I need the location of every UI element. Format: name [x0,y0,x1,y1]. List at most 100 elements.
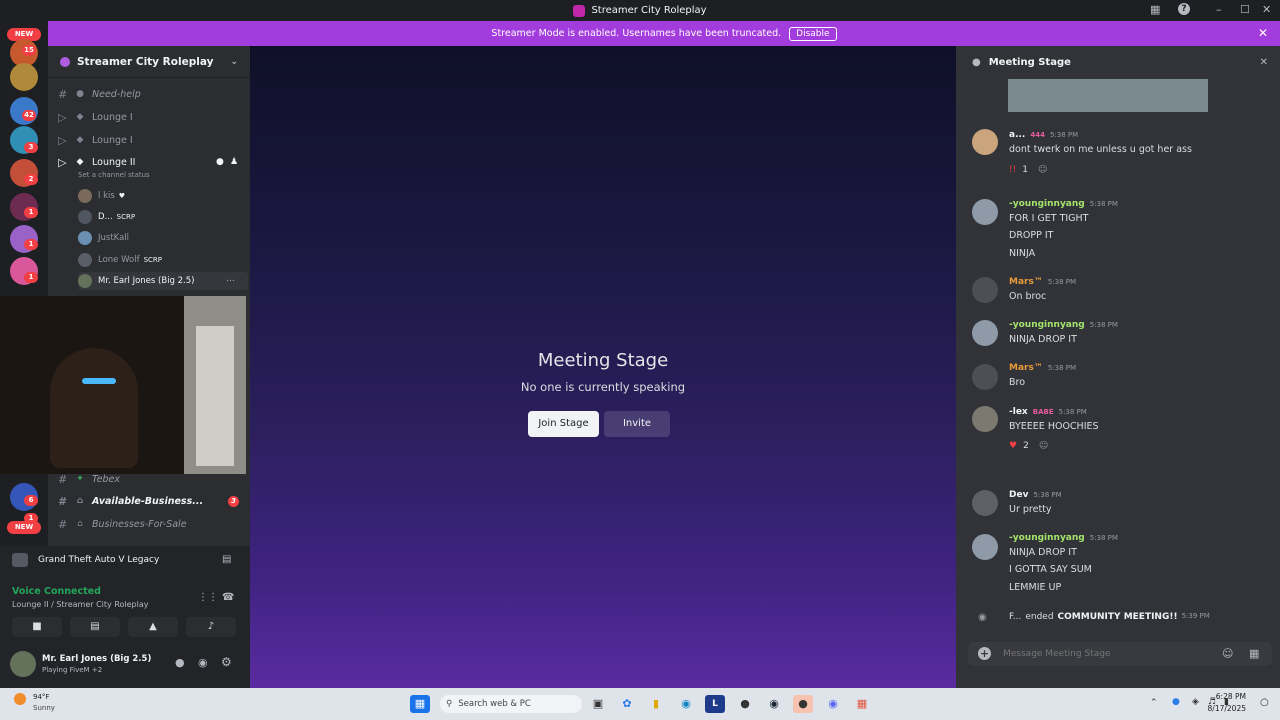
join-stage-button[interactable]: Join Stage [528,411,599,437]
weather-desc: Sunny [33,704,55,712]
message-input[interactable] [1003,645,1213,663]
disable-streamer-mode-button[interactable]: Disable [789,26,837,41]
message-author[interactable]: Mars™ 5:38 PM [1009,363,1076,373]
voice-user-self[interactable]: Mr. Earl Jones (Big 2.5) ⋯ [78,272,248,290]
channel-lounge-2[interactable]: ▷ ◆ Lounge II ● ♟ [58,153,248,171]
weather-temp[interactable]: 94°F [33,693,49,701]
avatar[interactable] [972,534,998,560]
obs-icon[interactable]: ● [793,695,813,713]
avatar[interactable] [972,277,998,303]
voice-user[interactable]: JustKall [78,229,129,247]
channel-available-business[interactable]: # ⌂ Available-Business... 3 [58,492,248,510]
headphones-icon[interactable]: ◉ [198,656,208,669]
inbox-icon[interactable]: ▦ [1150,3,1160,16]
add-attachment-icon[interactable]: + [978,647,991,660]
channel-status[interactable]: Set a channel status [78,171,150,179]
discord-icon[interactable]: ◉ [823,695,843,713]
file-explorer-icon[interactable]: ▮ [646,695,666,713]
server-icon[interactable] [10,63,38,91]
channel-lounge-1b[interactable]: ▷ ◆ Lounge I [58,131,248,149]
hash-icon: # [58,494,66,508]
message-author[interactable]: -younginnyang 5:38 PM [1009,199,1118,209]
heart-icon: ♥ [118,192,126,200]
server-name: Streamer City Roleplay [77,55,214,68]
account-name[interactable]: Mr. Earl Jones (Big 2.5) [42,654,151,664]
microphone-icon[interactable]: ● [1172,697,1180,707]
avatar[interactable] [972,129,998,155]
app-icon[interactable]: ▦ [852,695,872,713]
avatar[interactable] [972,320,998,346]
message-author[interactable]: a... 444 5:38 PM [1009,130,1078,140]
close-chat-icon[interactable]: ✕ [1260,57,1268,68]
add-reaction-icon[interactable]: ☺ [1039,441,1048,451]
activities-button[interactable]: ▲ [128,617,178,637]
avatar[interactable] [972,406,998,432]
task-view-icon[interactable]: ▣ [588,695,608,713]
reaction[interactable]: ♥ 2 ☺ [1009,438,1048,454]
notifications-icon[interactable]: ○ [1260,697,1269,708]
add-user-icon[interactable]: ♟ [230,157,238,167]
launcher-icon[interactable]: L [705,695,725,713]
steam-icon[interactable]: ◉ [764,695,784,713]
message-text: On broc [1009,291,1047,302]
avatar[interactable] [972,199,998,225]
clock-time[interactable]: 6:28 PM [1200,692,1246,701]
help-icon[interactable]: ? [1178,3,1190,15]
channel-businesses-for-sale[interactable]: # ⌂ Businesses-For-Sale [58,515,248,533]
close-banner-icon[interactable]: ✕ [1258,26,1268,40]
start-button[interactable]: ▦ [410,695,430,713]
microphone-icon[interactable]: ● [175,656,185,669]
chat-panel [956,46,1280,688]
invite-button[interactable]: Invite [604,411,670,437]
voice-user[interactable]: D... SCRP [78,208,135,226]
gear-icon[interactable]: ⚙ [221,655,232,669]
message-author[interactable]: -lex BABE 5:38 PM [1009,407,1087,417]
more-options-icon[interactable]: ⋯ [226,276,235,286]
voice-user[interactable]: Lone Wolf SCRP [78,251,162,269]
screen-share-button[interactable]: ▤ [70,617,120,637]
chevron-down-icon[interactable]: ⌄ [230,57,238,67]
server-boost-icon [60,56,70,67]
search-bar[interactable]: ⚲ Search web & PC [440,695,582,713]
stream-icon[interactable]: ▤ [222,554,231,565]
voice-channel[interactable]: Lounge II / Streamer City Roleplay [12,600,149,609]
attached-image[interactable] [1008,79,1208,112]
noise-suppression-icon[interactable]: ⋮⋮ [198,592,218,603]
banner-text: Streamer Mode is enabled. Usernames have… [491,28,782,39]
maximize-button[interactable]: ☐ [1240,3,1250,16]
minimize-button[interactable]: – [1216,3,1222,16]
close-window-button[interactable]: ✕ [1262,3,1271,16]
stage-title: Meeting Stage [537,350,669,371]
voice-user[interactable]: l kis ♥ [78,187,125,205]
avatar[interactable] [972,490,998,516]
reaction[interactable]: !! 1 ☺ [1009,162,1047,178]
app-icon[interactable]: ● [735,695,755,713]
message-author[interactable]: -younginnyang 5:38 PM [1009,320,1118,330]
chevron-up-icon[interactable]: ⌃ [1150,698,1158,708]
message-author[interactable]: Mars™ 5:38 PM [1009,277,1076,287]
edge-icon[interactable]: ◉ [676,695,696,713]
copilot-icon[interactable]: ✿ [617,695,637,713]
add-reaction-icon[interactable]: ☺ [1038,165,1047,175]
channel-need-help[interactable]: # ● Need-help [58,85,248,103]
avatar [78,210,92,224]
title-bar: Streamer City Roleplay [0,0,1280,21]
channel-lounge-1[interactable]: ▷ ◆ Lounge I [58,108,248,126]
emoji-icon[interactable]: ☺ [1222,647,1233,660]
server-header[interactable]: Streamer City Roleplay ⌄ [48,46,250,78]
channel-tebex[interactable]: # ✦ Tebex [58,470,248,488]
weather-icon[interactable] [14,693,26,705]
chat-icon[interactable]: ● [216,157,224,167]
house-icon: ⌂ [76,496,84,506]
message-author[interactable]: Dev 5:38 PM [1009,490,1062,500]
camera-off-button[interactable]: ■ [12,617,62,637]
avatar[interactable] [972,364,998,390]
gamepad-icon[interactable]: ▦ [1249,647,1259,660]
message-author[interactable]: -younginnyang 5:38 PM [1009,533,1118,543]
voice-status[interactable]: Voice Connected [12,586,101,597]
disconnect-icon[interactable]: ☎ [222,592,234,603]
soundboard-button[interactable]: ♪ [186,617,236,637]
avatar[interactable] [10,651,36,677]
clock-date[interactable]: 8/17/2025 [1196,704,1246,713]
message-text: Ur pretty [1009,504,1052,515]
